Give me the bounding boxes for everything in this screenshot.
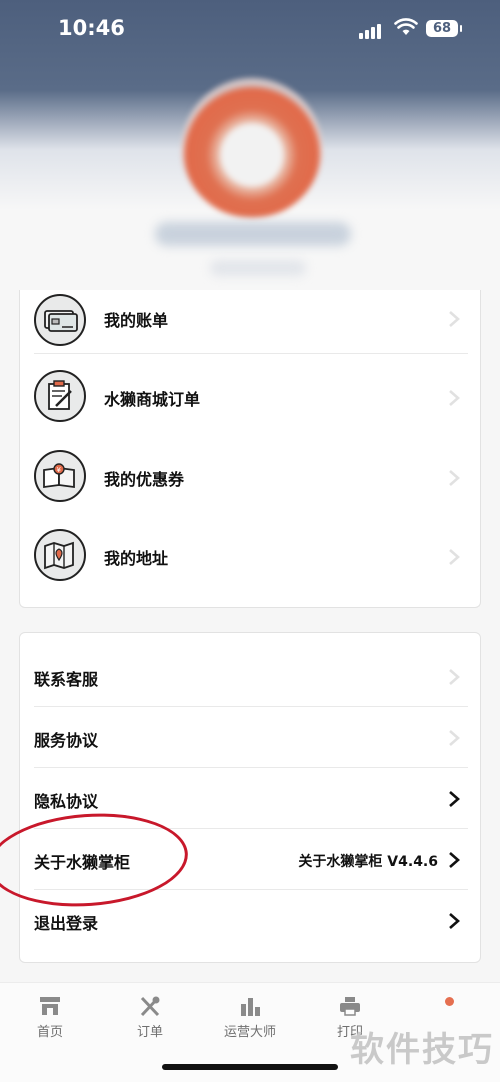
menu-item-label: 我的优惠券 [104, 470, 185, 489]
divider [34, 706, 468, 707]
bank-card-icon [34, 294, 86, 346]
notification-dot [445, 997, 454, 1006]
store-icon [40, 997, 60, 1015]
chevron-right-icon [449, 852, 460, 868]
menu-item-label: 服务协议 [34, 731, 99, 750]
user-name-blurred [155, 222, 351, 246]
tab-orders[interactable]: 订单 [100, 995, 200, 1040]
bar-chart-icon [241, 998, 260, 1016]
chevron-right-icon [449, 913, 460, 929]
tab-home[interactable]: 首页 [0, 995, 100, 1040]
chevron-right-icon [449, 791, 460, 807]
menu-item-label: 隐私协议 [34, 792, 99, 811]
battery-level: 68 [426, 20, 462, 37]
chevron-right-icon [449, 311, 460, 327]
menu-item-label: 我的地址 [104, 549, 169, 568]
status-time: 10:46 [58, 16, 125, 40]
order-pad-icon [34, 370, 86, 422]
chevron-right-icon [449, 470, 460, 486]
chevron-right-icon [449, 390, 460, 406]
tab-label: 首页 [36, 1025, 63, 1040]
status-bar: 10:46 68 [0, 0, 500, 60]
divider [34, 889, 468, 890]
printer-icon [340, 997, 360, 1016]
chevron-right-icon [449, 669, 460, 685]
tab-label: 运营大师 [223, 1025, 276, 1040]
user-subtitle-blurred [210, 260, 306, 276]
divider [34, 353, 468, 354]
menu-card-account: 我的账单 水獭商城订单 ¥ 我的优惠券 我的地址 [19, 290, 481, 608]
chevron-right-icon [449, 549, 460, 565]
wifi-icon [394, 18, 418, 35]
svg-text:¥: ¥ [57, 466, 62, 474]
utensils-icon [140, 996, 160, 1017]
divider [34, 767, 468, 768]
menu-item-label: 水獭商城订单 [104, 390, 201, 409]
avatar[interactable] [182, 78, 322, 218]
menu-item-label: 关于水獭掌柜 [34, 853, 131, 872]
coupon-book-icon: ¥ [34, 450, 86, 502]
home-indicator [162, 1064, 338, 1070]
app-version-value: 关于水獭掌柜 V4.4.6 [298, 854, 438, 870]
tab-label: 订单 [136, 1025, 163, 1040]
menu-item-label: 联系客服 [34, 670, 99, 689]
chevron-right-icon [449, 730, 460, 746]
watermark: 软件技巧 [350, 1030, 494, 1070]
menu-item-label: 我的账单 [104, 311, 169, 330]
map-pin-icon [34, 529, 86, 581]
menu-card-settings: 联系客服 服务协议 隐私协议 关于水獭掌柜 关于水獭掌柜 V4.4.6 退出登录 [19, 632, 481, 963]
menu-item-label: 退出登录 [34, 914, 99, 933]
cellular-signal-icon [359, 20, 383, 39]
divider [34, 828, 468, 829]
tab-operations[interactable]: 运营大师 [200, 995, 300, 1040]
